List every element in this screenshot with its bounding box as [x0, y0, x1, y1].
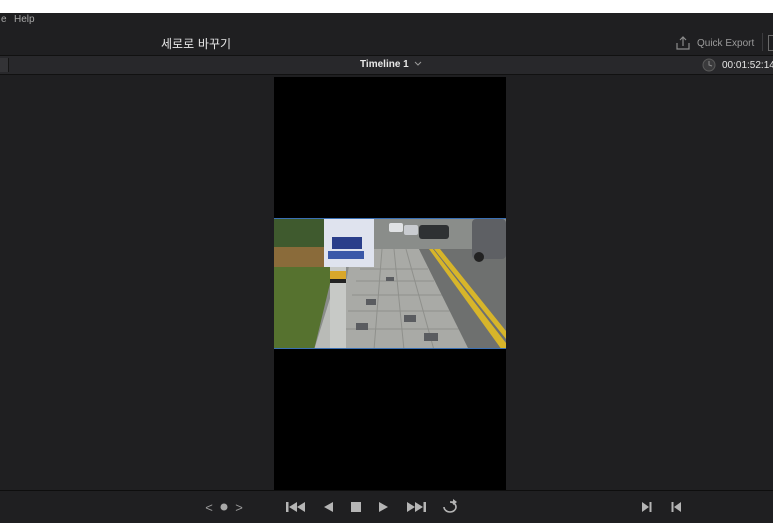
- viewer-canvas[interactable]: [274, 77, 506, 490]
- project-title: 세로로 바꾸기: [161, 37, 232, 51]
- video-frame: [274, 218, 506, 349]
- transport-bar: < >: [0, 490, 773, 523]
- play-icon[interactable]: [377, 499, 391, 515]
- mark-out-icon[interactable]: [669, 499, 683, 515]
- menubar: e Help: [0, 13, 773, 29]
- loop-icon[interactable]: [440, 499, 462, 515]
- top-white-strip: [0, 0, 773, 13]
- timeline-name[interactable]: Timeline 1: [360, 59, 409, 70]
- titlebar-divider: [762, 33, 763, 51]
- skip-forward-icon[interactable]: [405, 499, 427, 515]
- dot-icon[interactable]: [219, 499, 229, 515]
- mark-in-icon[interactable]: [640, 499, 654, 515]
- quick-export-button[interactable]: Quick Export: [675, 35, 754, 51]
- fullscreen-toggle[interactable]: [768, 35, 773, 51]
- menu-item-file[interactable]: e: [1, 14, 7, 25]
- prev-clip-button[interactable]: <: [204, 499, 214, 515]
- upload-icon: [676, 36, 690, 50]
- quick-export-label: Quick Export: [697, 37, 755, 49]
- clock-icon[interactable]: [702, 58, 716, 72]
- left-dropdown[interactable]: [0, 58, 9, 72]
- chevron-down-icon[interactable]: [413, 58, 423, 70]
- viewer-area: [0, 75, 773, 490]
- video-still: [274, 219, 506, 348]
- menu-item-help[interactable]: Help: [14, 14, 35, 25]
- skip-back-icon[interactable]: [285, 499, 307, 515]
- timecode: 00:01:52:14: [722, 60, 773, 71]
- viewer-header: Timeline 1 00:01:52:14: [0, 55, 773, 75]
- next-clip-button[interactable]: >: [234, 499, 244, 515]
- stop-icon[interactable]: [349, 499, 363, 515]
- titlebar: 세로로 바꾸기 Quick Export: [0, 29, 773, 55]
- play-reverse-icon[interactable]: [321, 499, 335, 515]
